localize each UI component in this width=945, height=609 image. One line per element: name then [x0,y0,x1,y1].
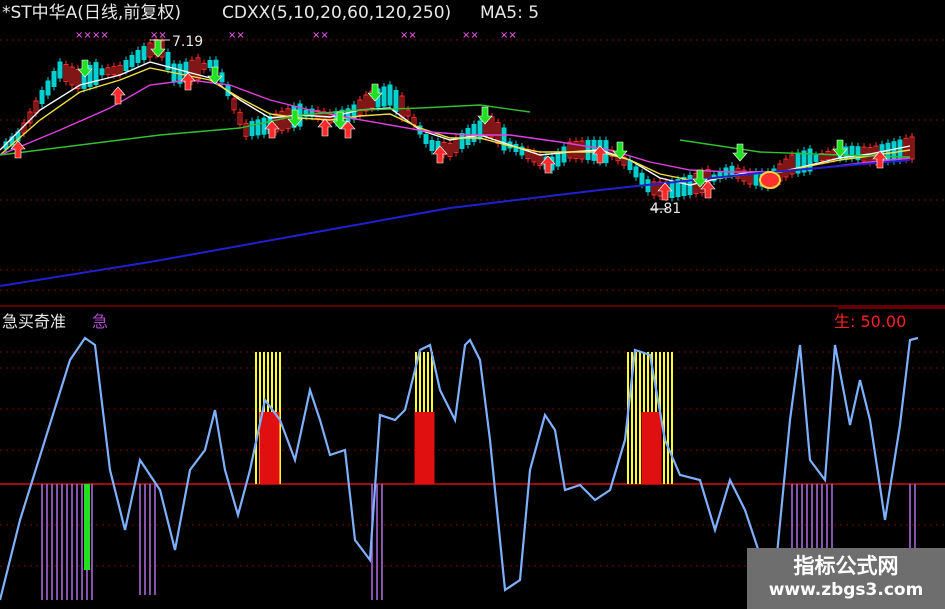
top-marker-icon: ×× [500,30,517,41]
candle-body [261,117,267,135]
watermark-line1: 指标公式网 [793,554,899,578]
high-price-label: 7.19 [172,34,204,50]
indicator-tag: 急 [92,312,109,331]
candle-body [561,146,567,163]
candle-body [381,86,387,107]
candle-body [585,140,591,160]
indicator-name: 急买奇准 [2,312,67,331]
candle-body [207,60,213,68]
candle-body [813,155,819,162]
candle-body [639,172,645,185]
candle-body [141,46,147,60]
ma5-readout: MA5: 5 [480,3,540,23]
candle-body [249,121,255,137]
signal-bar-green [84,484,90,570]
sell-arrow-icon [150,39,166,58]
candle-body [123,60,129,71]
candle-body [429,140,435,151]
top-marker-icon: ×× [228,30,245,41]
top-marker-icon: ×× [312,30,329,41]
indicator-params: CDXX(5,10,20,60,120,250) [222,3,452,23]
site-watermark: 指标公式网 www.zbgs3.com [747,548,945,609]
top-marker-icon: ×× [75,30,92,41]
ma10-line [0,67,911,181]
top-marker-icon: ×× [462,30,479,41]
candle-body [459,133,465,149]
candle-body [129,55,135,67]
ma20-line [0,79,911,173]
signal-bar-red [641,412,662,484]
candle-body [255,119,261,136]
candle-body [891,141,897,162]
candle-body [501,127,507,151]
indicator-value: 生: 50.00 [834,312,907,331]
signal-marker-icon [759,171,781,189]
top-marker-icon: ×× [150,30,167,41]
stock-chart: ×× ×× ×× ×× ×× ×× ×× ×× [0,30,945,601]
top-marker-icon: ×× [92,30,109,41]
sell-arrow-icon [732,143,748,162]
candle-body [477,120,483,140]
candle-body [39,90,45,104]
candle-body [57,61,63,79]
candle-body [729,165,735,176]
buy-arrow-icon [264,120,280,139]
buy-arrow-icon [110,86,126,105]
signal-bar-red [259,412,280,484]
candle-body [471,124,477,142]
top-marker-icon: ×× [400,30,417,41]
watermark-line2: www.zbgs3.com [768,580,924,600]
candle-body [45,80,51,96]
candle-body [633,166,639,178]
low-price-label: 4.81 [650,201,682,217]
candle-body [627,160,633,170]
candle-body [555,151,561,167]
candle-body [51,71,57,87]
candle-body [423,134,429,144]
candle-body [135,50,141,63]
signal-bar-red [414,412,435,484]
security-title: *ST中华A(日线,前复权) [2,3,181,23]
candle-body [387,84,393,106]
candle-body [99,68,105,76]
